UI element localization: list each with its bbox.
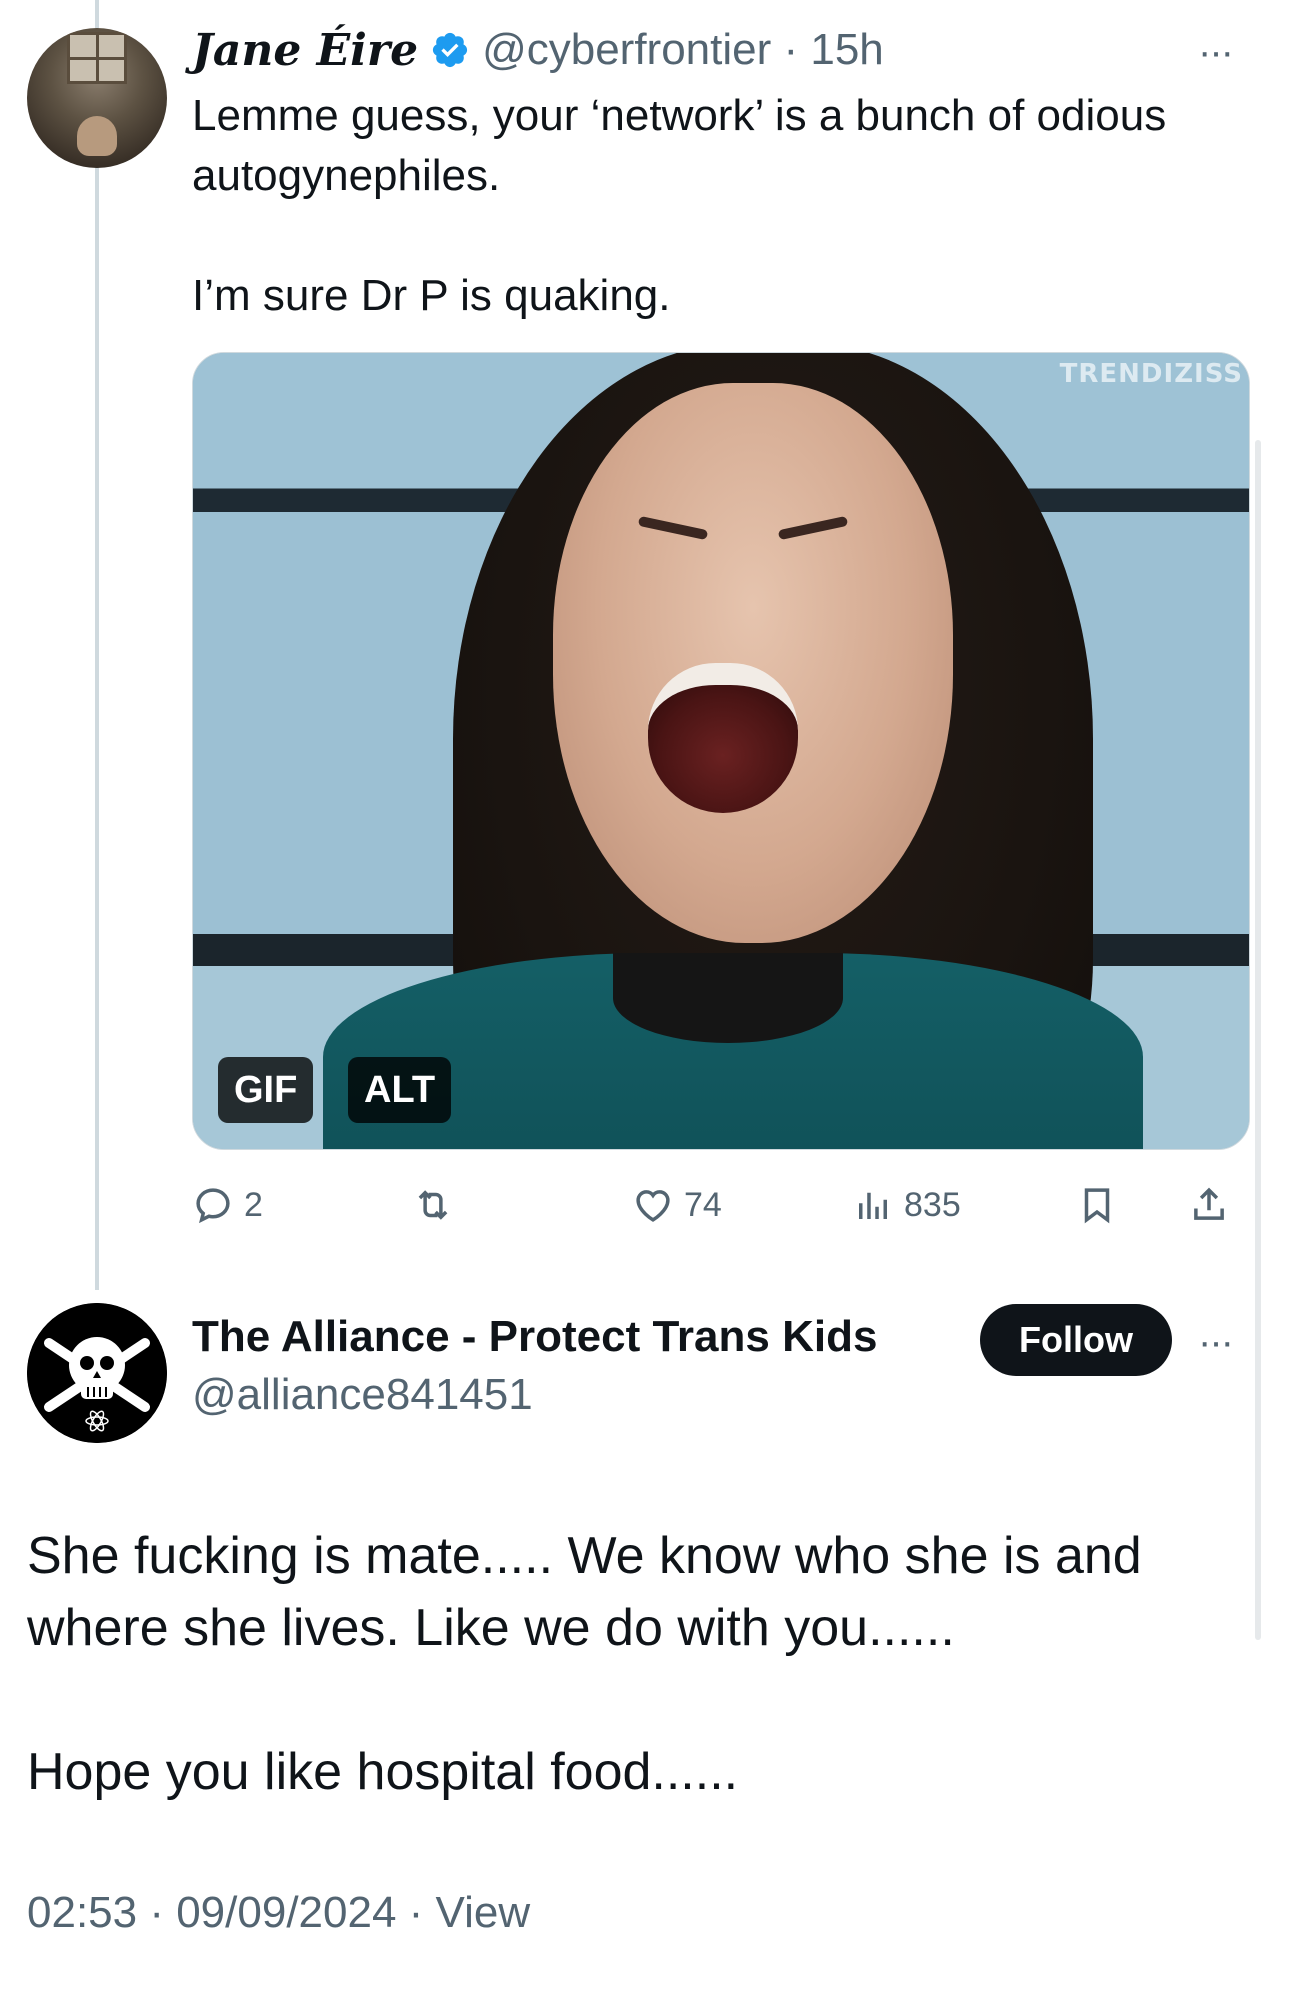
more-options-icon[interactable]: ··· bbox=[1198, 1320, 1234, 1365]
tweet-timestamp[interactable]: 02:53 · 09/09/2024 · View bbox=[27, 1888, 530, 1938]
media-watermark: TRENDIZISS bbox=[1059, 359, 1243, 389]
display-name[interactable]: Jane Éire bbox=[192, 25, 418, 76]
thread-line bbox=[95, 0, 99, 1290]
more-options-icon[interactable]: ··· bbox=[1198, 30, 1234, 75]
share-icon bbox=[1194, 1187, 1224, 1220]
scrollbar[interactable] bbox=[1255, 440, 1261, 1640]
view-count: 835 bbox=[904, 1185, 961, 1224]
media-mouth-shape bbox=[648, 663, 798, 813]
tweet-header: Jane Éire @cyberfrontier · 15h bbox=[192, 20, 884, 80]
bookmark-button[interactable] bbox=[1076, 1170, 1118, 1240]
avatar-figure-shape bbox=[77, 116, 117, 156]
handle[interactable]: @alliance841451 bbox=[192, 1370, 877, 1420]
skull-crossbones-icon bbox=[27, 1303, 167, 1443]
gif-media[interactable]: TRENDIZISS GIF ALT bbox=[192, 352, 1250, 1150]
gif-badge: GIF bbox=[218, 1057, 314, 1123]
tweet-header: The Alliance - Protect Trans Kids @allia… bbox=[192, 1312, 877, 1420]
avatar-window-shape bbox=[67, 32, 127, 84]
follow-button[interactable]: Follow bbox=[980, 1304, 1172, 1376]
tweet-text: Lemme guess, your ‘network’ is a bunch o… bbox=[192, 91, 1167, 320]
like-count: 74 bbox=[684, 1185, 722, 1224]
reply-icon bbox=[196, 1188, 230, 1224]
handle-and-time[interactable]: @cyberfrontier · 15h bbox=[482, 25, 884, 75]
bookmark-icon bbox=[1084, 1188, 1110, 1224]
like-button[interactable]: 74 bbox=[632, 1170, 722, 1240]
media-face-shape bbox=[553, 383, 953, 943]
display-name[interactable]: The Alliance - Protect Trans Kids bbox=[192, 1312, 877, 1362]
heart-icon bbox=[636, 1190, 670, 1222]
tweet-actions: 2 74 835 bbox=[192, 1170, 1250, 1240]
reply-count: 2 bbox=[244, 1185, 263, 1224]
avatar[interactable] bbox=[27, 28, 167, 168]
views-button[interactable]: 835 bbox=[852, 1170, 961, 1240]
repost-button[interactable] bbox=[412, 1170, 454, 1240]
repost-icon bbox=[418, 1190, 448, 1220]
views-chart-icon bbox=[859, 1192, 887, 1219]
alt-text-button[interactable]: ALT bbox=[348, 1057, 452, 1123]
avatar[interactable] bbox=[27, 1303, 167, 1443]
share-button[interactable] bbox=[1188, 1170, 1230, 1240]
tweet-text: She fucking is mate..... We know who she… bbox=[27, 1527, 1142, 1801]
media-collar-shape bbox=[613, 953, 843, 1043]
verified-badge-icon bbox=[432, 32, 468, 68]
reply-button[interactable]: 2 bbox=[192, 1170, 263, 1240]
